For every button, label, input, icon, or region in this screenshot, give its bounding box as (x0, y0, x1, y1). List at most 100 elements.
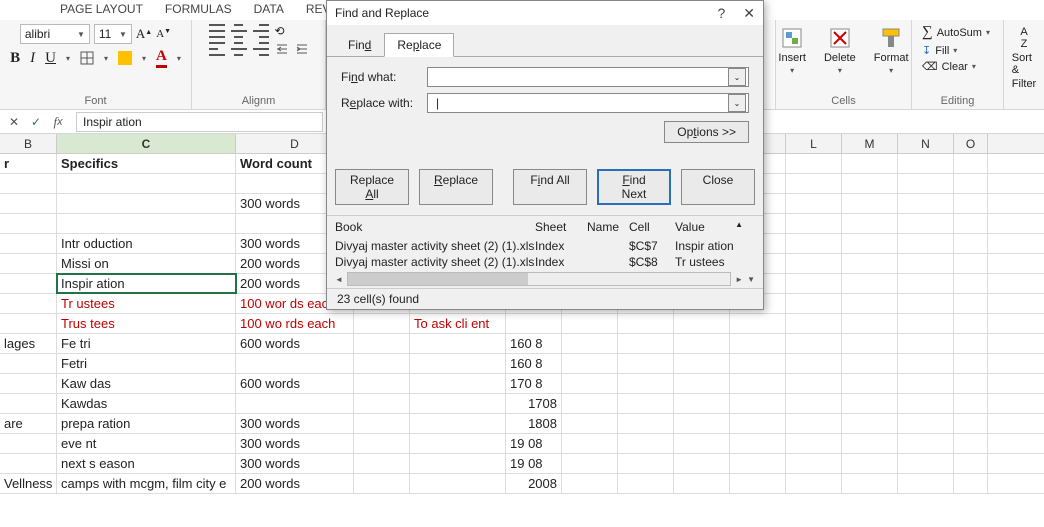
cell[interactable] (954, 294, 988, 313)
cell[interactable] (786, 194, 842, 213)
cell[interactable] (354, 414, 410, 433)
scroll-right-icon[interactable]: ► (735, 275, 743, 284)
result-row[interactable]: Divyaj master activity sheet (2) (1).xls… (335, 254, 755, 270)
cell[interactable] (236, 354, 354, 373)
cell[interactable] (618, 474, 674, 493)
cell[interactable] (0, 234, 57, 253)
cell[interactable] (786, 434, 842, 453)
cell[interactable] (0, 174, 57, 193)
dialog-titlebar[interactable]: Find and Replace ? ✕ (327, 1, 763, 25)
cell[interactable] (236, 394, 354, 413)
cell[interactable] (786, 394, 842, 413)
cell[interactable] (842, 194, 898, 213)
cell[interactable] (730, 334, 786, 353)
tab-replace[interactable]: Replace (384, 33, 454, 57)
cell[interactable] (786, 254, 842, 273)
cell[interactable] (354, 334, 410, 353)
cell[interactable] (0, 314, 57, 333)
options-button[interactable]: Options >> (664, 121, 749, 143)
formula-input[interactable]: Inspir ation (76, 112, 323, 132)
sort-filter-button[interactable]: AZ Sort & Filter (1008, 24, 1040, 92)
col-header-B[interactable]: B (0, 134, 57, 153)
cell[interactable] (898, 254, 954, 273)
cell[interactable] (562, 474, 618, 493)
cell[interactable] (786, 374, 842, 393)
cell[interactable]: 19 08 (506, 434, 562, 453)
h-scrollbar[interactable] (347, 272, 731, 286)
scroll-up-icon[interactable]: ▲ (735, 220, 755, 234)
cell[interactable] (410, 414, 506, 433)
col-header-L[interactable]: L (786, 134, 842, 153)
cell[interactable] (674, 434, 730, 453)
cell[interactable] (674, 414, 730, 433)
cell[interactable]: 300 words (236, 454, 354, 473)
find-all-button[interactable]: Find All (513, 169, 587, 205)
italic-button[interactable]: I (30, 50, 35, 67)
tab-data[interactable]: DATA (254, 2, 284, 18)
underline-dd[interactable]: ▾ (66, 54, 70, 63)
cell[interactable] (0, 294, 57, 313)
cell[interactable] (354, 454, 410, 473)
cancel-formula-icon[interactable]: ✕ (4, 112, 24, 132)
cell[interactable] (618, 434, 674, 453)
cell[interactable] (506, 314, 562, 333)
cell[interactable] (354, 374, 410, 393)
cell[interactable] (562, 414, 618, 433)
cell[interactable] (954, 454, 988, 473)
cell[interactable] (786, 174, 842, 193)
cell[interactable]: Tr ustees (57, 294, 236, 313)
cell[interactable] (954, 254, 988, 273)
cell[interactable]: Kawdas (57, 394, 236, 413)
replace-button[interactable]: Replace (419, 169, 493, 205)
cell[interactable] (57, 214, 236, 233)
cell[interactable] (730, 474, 786, 493)
cell[interactable] (954, 214, 988, 233)
cell[interactable] (954, 374, 988, 393)
cell[interactable]: eve nt (57, 434, 236, 453)
cell[interactable] (898, 474, 954, 493)
align-middle-icon[interactable] (231, 24, 247, 38)
underline-button[interactable]: U (45, 50, 56, 67)
cell[interactable]: Intr oduction (57, 234, 236, 253)
cell[interactable] (842, 394, 898, 413)
bold-button[interactable]: B (10, 50, 20, 67)
cell[interactable] (674, 354, 730, 373)
cell[interactable]: Kaw das (57, 374, 236, 393)
cell[interactable]: Trus tees (57, 314, 236, 333)
cell[interactable] (842, 254, 898, 273)
font-color-dd[interactable]: ▾ (177, 54, 181, 63)
cell[interactable] (898, 174, 954, 193)
cell[interactable] (842, 174, 898, 193)
orientation-icon[interactable]: ⟲ (275, 24, 285, 38)
cell[interactable] (0, 194, 57, 213)
find-what-input[interactable]: ⌄ (427, 67, 749, 87)
scroll-left-icon[interactable]: ◄ (335, 275, 343, 284)
cell[interactable] (842, 434, 898, 453)
cell[interactable] (730, 454, 786, 473)
font-name-combo[interactable]: alibri▼ (20, 24, 90, 44)
cell[interactable] (674, 334, 730, 353)
fill-color-button[interactable] (118, 51, 132, 65)
cell[interactable]: camps with mcgm, film city e (57, 474, 236, 493)
cell[interactable] (786, 354, 842, 373)
cell[interactable] (954, 154, 988, 173)
replace-with-input[interactable]: |⌄ (427, 93, 749, 113)
cell[interactable]: Fe tri (57, 334, 236, 353)
cell[interactable] (786, 274, 842, 293)
close-button[interactable]: Close (681, 169, 755, 205)
cell[interactable] (954, 334, 988, 353)
increase-indent-icon[interactable] (295, 42, 309, 56)
cell[interactable]: 100 wo rds each (236, 314, 354, 333)
cell[interactable] (410, 374, 506, 393)
cell[interactable] (57, 174, 236, 193)
cell[interactable]: 2008 (506, 474, 562, 493)
cell[interactable] (842, 314, 898, 333)
cell[interactable] (410, 394, 506, 413)
cell[interactable] (786, 214, 842, 233)
cell[interactable] (730, 414, 786, 433)
cell[interactable]: Fetri (57, 354, 236, 373)
cell[interactable] (410, 354, 506, 373)
cell[interactable] (0, 394, 57, 413)
cell[interactable] (618, 354, 674, 373)
align-right-icon[interactable] (253, 42, 269, 56)
